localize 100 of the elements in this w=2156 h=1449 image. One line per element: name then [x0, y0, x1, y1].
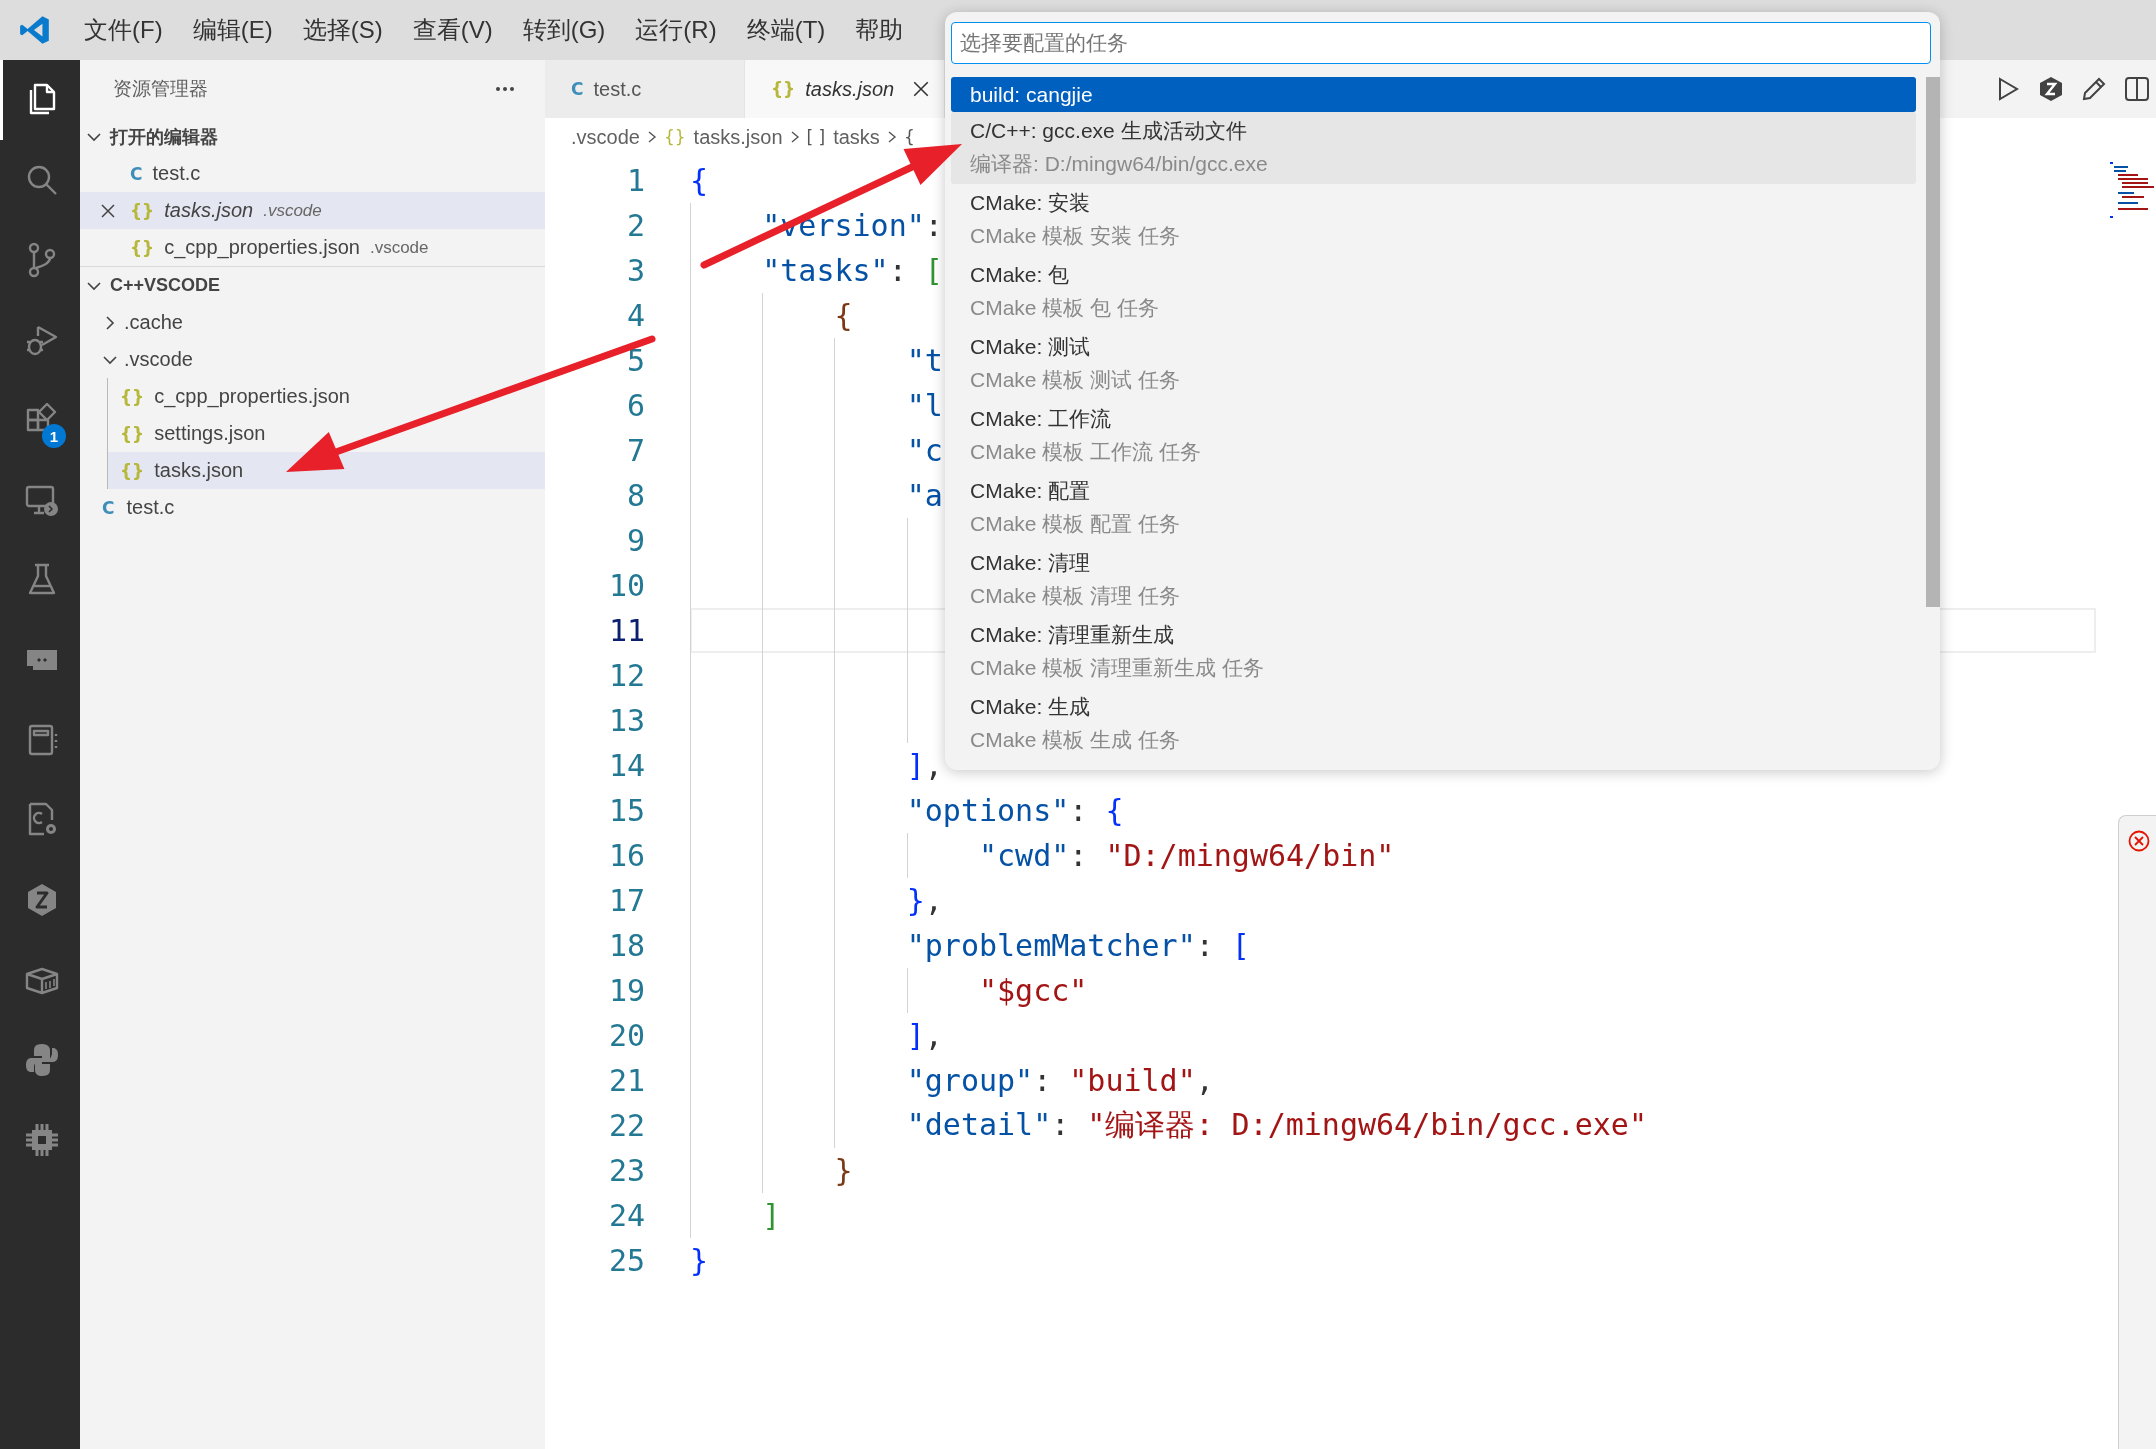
open-editor-item[interactable]: {} c_cpp_properties.json .vscode — [80, 229, 545, 266]
menu-item[interactable]: 帮助 — [847, 14, 912, 46]
code-line: "cwd": "D:/mingw64/bin" — [978, 838, 1395, 873]
task-label: build: cangjie — [970, 81, 1094, 108]
task-detail: 编译器: D:/mingw64/bin/gcc.exe — [970, 151, 1269, 177]
code-line: "tasks": [ — [762, 253, 943, 288]
task-label: CMake: 清理重新生成 — [970, 622, 1176, 648]
close-icon[interactable] — [100, 202, 116, 219]
line-number: 7 — [625, 433, 645, 468]
line-number: 16 — [607, 838, 645, 873]
file-path: .vscode — [263, 200, 322, 221]
symbol-icon: { — [903, 127, 915, 147]
code-line: { — [834, 298, 853, 333]
task-option[interactable]: build: cangjie — [951, 77, 1916, 112]
line-number: 10 — [607, 568, 645, 603]
hexagon-icon[interactable] — [2038, 76, 2064, 102]
minimap-drawing — [2110, 160, 2154, 220]
line-number: 19 — [607, 973, 645, 1008]
code-line: "problemMatcher": [ — [906, 928, 1250, 963]
code-line: "a — [906, 478, 943, 513]
file-type-icon: {} — [771, 79, 796, 99]
file-type-icon: C — [102, 497, 115, 518]
pencil-icon[interactable] — [2081, 76, 2107, 102]
task-detail: CMake 模板 配置 任务 — [970, 511, 1182, 537]
line-number: 2 — [625, 208, 645, 243]
task-option[interactable]: CMake: 生成 CMake 模板 生成 任务 — [951, 688, 1916, 760]
file-type-icon: {} — [130, 200, 155, 221]
editor-tab[interactable]: C test.c — [545, 60, 745, 118]
task-label: CMake: 安装 — [970, 190, 1092, 216]
editor-tab[interactable]: {} tasks.json — [745, 60, 945, 118]
task-option[interactable]: CMake: 清理重新生成 CMake 模板 清理重新生成 任务 — [951, 616, 1916, 688]
breadcrumb-item[interactable]: { — [903, 127, 923, 147]
task-option[interactable]: CMake: 安装 CMake 模板 安装 任务 — [951, 184, 1916, 256]
code-line: ], — [906, 748, 943, 783]
code-line: { — [690, 163, 709, 198]
line-number: 21 — [607, 1063, 645, 1098]
code-line: "t — [906, 343, 943, 378]
task-option[interactable]: CMake: 包 CMake 模板 包 任务 — [951, 256, 1916, 328]
code-line: } — [690, 1243, 709, 1278]
code-line: "l — [906, 388, 943, 423]
menu-item[interactable]: 查看(V) — [404, 14, 501, 46]
symbol-icon: [ ] — [806, 127, 826, 147]
task-detail: CMake 模板 清理重新生成 任务 — [970, 655, 1266, 681]
menu-item[interactable]: 运行(R) — [627, 14, 725, 46]
open-editor-item[interactable]: {} tasks.json .vscode — [80, 192, 545, 229]
task-option[interactable]: CMake: 工作流 CMake 模板 工作流 任务 — [951, 400, 1916, 472]
line-number: 11 — [607, 613, 645, 648]
breadcrumb-item[interactable]: .vscode — [571, 125, 640, 149]
activity-bar-item[interactable]: 1 — [0, 380, 80, 460]
task-detail: CMake 模板 安装 任务 — [970, 223, 1182, 249]
code-line: "$gcc" — [978, 973, 1088, 1008]
line-number: 23 — [607, 1153, 645, 1188]
menu-item[interactable]: 转到(G) — [514, 14, 614, 46]
section-header[interactable]: 打开的编辑器 — [80, 118, 545, 155]
task-option[interactable]: CMake: 清理 CMake 模板 清理 任务 — [951, 544, 1916, 616]
menu-item[interactable]: 文件(F) — [76, 14, 171, 46]
file-type-icon: {} — [130, 237, 155, 258]
task-label: CMake: 测试 — [970, 334, 1092, 360]
code-line: "group": "build", — [906, 1063, 1214, 1098]
close-icon[interactable] — [912, 80, 930, 98]
file-type-icon: {} — [120, 460, 145, 481]
line-number: 6 — [625, 388, 645, 423]
task-option[interactable]: CMake: 测试 CMake 模板 测试 任务 — [951, 328, 1916, 400]
open-editor-item[interactable]: C test.c — [80, 155, 545, 192]
task-label: CMake: 包 — [970, 262, 1071, 288]
line-number: 20 — [607, 1018, 645, 1053]
tree-item[interactable]: .vscode — [80, 341, 545, 378]
breadcrumb-item[interactable]: {} tasks.json — [663, 125, 783, 149]
file-type-icon: C — [130, 163, 143, 184]
file-type-icon: C — [571, 79, 584, 99]
menu-item[interactable]: 终端(T) — [738, 14, 834, 46]
scrollbar[interactable] — [1926, 77, 1940, 607]
task-search-field[interactable]: 选择要配置的任务 — [951, 22, 1931, 64]
file-type-icon: {} — [120, 386, 145, 407]
more-icon[interactable] — [495, 86, 515, 92]
task-label: CMake: 清理 — [970, 550, 1092, 576]
app-logo-icon — [18, 13, 52, 47]
tree-item[interactable]: C test.c — [80, 489, 545, 526]
line-number: 4 — [625, 298, 645, 333]
breadcrumb-item[interactable]: [ ] tasks — [806, 125, 880, 149]
code-line: } — [834, 1153, 853, 1188]
sidebar-title: 资源管理器 — [113, 77, 208, 101]
line-number: 14 — [607, 748, 645, 783]
line-number: 1 — [625, 163, 645, 198]
tree-item[interactable]: {} tasks.json — [107, 452, 545, 489]
task-detail: CMake 模板 包 任务 — [970, 295, 1161, 321]
symbol-icon: {} — [663, 127, 686, 147]
menu-item[interactable]: 选择(S) — [294, 14, 391, 46]
task-option[interactable]: C/C++: gcc.exe 生成活动文件 编译器: D:/mingw64/bin/gcc.exe — [951, 112, 1916, 184]
split-editor-icon[interactable] — [2124, 76, 2150, 102]
code-line: "options": { — [906, 793, 1124, 828]
menu-item[interactable]: 编辑(E) — [184, 14, 281, 46]
line-number: 25 — [607, 1243, 645, 1278]
task-detail: CMake 模板 测试 任务 — [970, 367, 1182, 393]
section-header[interactable]: C++VSCODE — [80, 266, 545, 304]
task-label: CMake: 工作流 — [970, 406, 1113, 432]
task-option[interactable]: CMake: 配置 CMake 模板 配置 任务 — [951, 472, 1916, 544]
code-line: "c — [906, 433, 943, 468]
code-line: ], — [906, 1018, 943, 1053]
tree-item[interactable]: .cache — [80, 304, 545, 341]
